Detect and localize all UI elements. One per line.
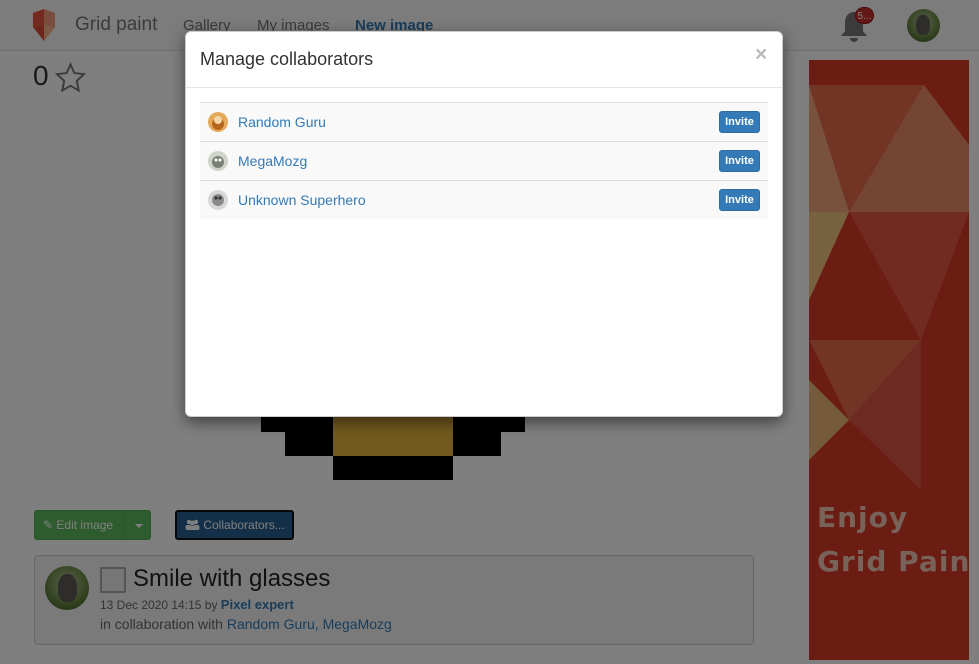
collaborator-row: Unknown Superhero Invite xyxy=(200,180,768,219)
collaborator-name[interactable]: Random Guru xyxy=(238,114,326,130)
collaborator-list: Random Guru Invite MegaMozg Invite Unkno… xyxy=(200,102,768,219)
modal-title: Manage collaborators xyxy=(200,49,374,69)
invite-button[interactable]: Invite xyxy=(719,189,760,211)
invite-button[interactable]: Invite xyxy=(719,111,760,133)
random-guru-avatar xyxy=(208,112,228,132)
manage-collaborators-modal: Manage collaborators × Random Guru Invit… xyxy=(185,31,783,417)
modal-header: Manage collaborators × xyxy=(186,32,782,88)
invite-button[interactable]: Invite xyxy=(719,150,760,172)
unknown-superhero-avatar xyxy=(208,190,228,210)
collaborator-name[interactable]: Unknown Superhero xyxy=(238,192,366,208)
collaborator-row: MegaMozg Invite xyxy=(200,141,768,180)
close-icon[interactable]: × xyxy=(755,44,767,65)
collaborator-row: Random Guru Invite xyxy=(200,102,768,141)
collaborator-name[interactable]: MegaMozg xyxy=(238,153,307,169)
megamozg-avatar xyxy=(208,151,228,171)
